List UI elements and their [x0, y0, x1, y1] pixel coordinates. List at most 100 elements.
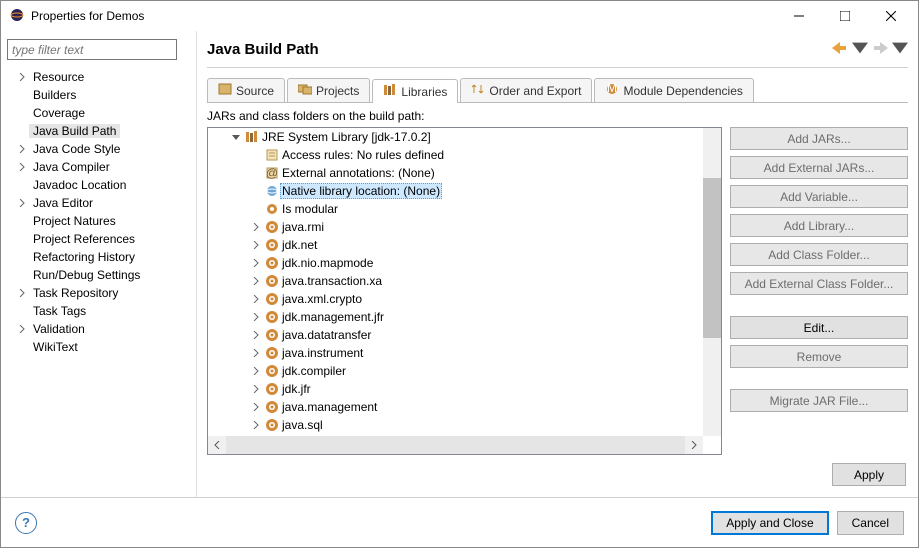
category-item[interactable]: Java Code Style: [7, 140, 190, 158]
add-external-class-folder-button[interactable]: Add External Class Folder...: [730, 272, 908, 295]
expand-icon[interactable]: [15, 232, 29, 246]
add-class-folder-button[interactable]: Add Class Folder...: [730, 243, 908, 266]
category-item[interactable]: Run/Debug Settings: [7, 266, 190, 284]
tab-source[interactable]: Source: [207, 78, 285, 102]
package-node[interactable]: java.instrument: [208, 344, 703, 362]
is-modular[interactable]: Is modular: [208, 200, 703, 218]
expand-icon[interactable]: [248, 273, 264, 289]
forward-icon[interactable]: [872, 42, 888, 57]
expand-icon[interactable]: [15, 304, 29, 318]
back-dropdown-icon[interactable]: [852, 42, 868, 57]
add-external-jars-button[interactable]: Add External JARs...: [730, 156, 908, 179]
category-item[interactable]: Task Repository: [7, 284, 190, 302]
category-item[interactable]: Refactoring History: [7, 248, 190, 266]
apply-button[interactable]: Apply: [832, 463, 906, 486]
expand-icon[interactable]: [248, 219, 264, 235]
package-node[interactable]: java.datatransfer: [208, 326, 703, 344]
close-button[interactable]: [868, 1, 914, 31]
remove-button[interactable]: Remove: [730, 345, 908, 368]
package-node[interactable]: java.transaction.xa: [208, 272, 703, 290]
tab-module-deps[interactable]: M Module Dependencies: [594, 78, 753, 102]
migrate-jar-button[interactable]: Migrate JAR File...: [730, 389, 908, 412]
libraries-tree[interactable]: JRE System Library [jdk-17.0.2] Access ru…: [207, 127, 722, 455]
jre-system-library[interactable]: JRE System Library [jdk-17.0.2]: [208, 128, 703, 146]
expand-icon[interactable]: [248, 399, 264, 415]
expand-icon[interactable]: [248, 291, 264, 307]
add-jars-button[interactable]: Add JARs...: [730, 127, 908, 150]
horizontal-scrollbar[interactable]: [208, 436, 703, 454]
category-item[interactable]: Project Natures: [7, 212, 190, 230]
access-rules[interactable]: Access rules: No rules defined: [208, 146, 703, 164]
native-library-location[interactable]: Native library location: (None): [208, 182, 703, 200]
package-node[interactable]: jdk.management.jfr: [208, 308, 703, 326]
package-node[interactable]: java.management: [208, 398, 703, 416]
expand-icon[interactable]: [15, 70, 29, 84]
edit-button[interactable]: Edit...: [730, 316, 908, 339]
expand-icon[interactable]: [248, 237, 264, 253]
expand-icon[interactable]: [248, 381, 264, 397]
forward-dropdown-icon[interactable]: [892, 42, 908, 57]
node-label: JRE System Library [jdk-17.0.2]: [260, 130, 433, 144]
cancel-button[interactable]: Cancel: [837, 511, 904, 535]
category-item[interactable]: Task Tags: [7, 302, 190, 320]
expand-icon[interactable]: [248, 363, 264, 379]
expand-icon[interactable]: [15, 88, 29, 102]
category-item[interactable]: Java Editor: [7, 194, 190, 212]
minimize-button[interactable]: [776, 1, 822, 31]
category-item[interactable]: Java Compiler: [7, 158, 190, 176]
node-icon: [264, 237, 280, 253]
package-node[interactable]: jdk.net: [208, 236, 703, 254]
help-icon[interactable]: ?: [15, 512, 37, 534]
expand-icon[interactable]: [15, 124, 29, 138]
add-variable-button[interactable]: Add Variable...: [730, 185, 908, 208]
expand-icon[interactable]: [248, 255, 264, 271]
category-item[interactable]: Java Build Path: [7, 122, 190, 140]
expand-icon[interactable]: [228, 129, 244, 145]
node-label: jdk.nio.mapmode: [280, 256, 375, 270]
vertical-scrollbar[interactable]: [703, 128, 721, 436]
category-item[interactable]: Coverage: [7, 104, 190, 122]
scroll-left-icon[interactable]: [208, 436, 226, 454]
apply-and-close-button[interactable]: Apply and Close: [711, 511, 828, 535]
expand-icon[interactable]: [15, 340, 29, 354]
expand-icon[interactable]: [15, 196, 29, 210]
expand-icon[interactable]: [15, 178, 29, 192]
maximize-button[interactable]: [822, 1, 868, 31]
expand-icon[interactable]: [248, 327, 264, 343]
tab-projects[interactable]: Projects: [287, 78, 370, 102]
tab-label: Libraries: [401, 85, 447, 99]
expand-icon[interactable]: [15, 268, 29, 282]
expand-icon[interactable]: [248, 309, 264, 325]
category-item[interactable]: Project References: [7, 230, 190, 248]
package-node[interactable]: jdk.compiler: [208, 362, 703, 380]
package-node[interactable]: java.sql: [208, 416, 703, 434]
scroll-right-icon[interactable]: [685, 436, 703, 454]
add-library-button[interactable]: Add Library...: [730, 214, 908, 237]
node-icon: [264, 327, 280, 343]
category-label: Validation: [29, 322, 89, 336]
tab-order-export[interactable]: Order and Export: [460, 78, 592, 102]
tab-libraries[interactable]: Libraries: [372, 79, 458, 103]
category-item[interactable]: Validation: [7, 320, 190, 338]
expand-icon[interactable]: [15, 142, 29, 156]
expand-icon[interactable]: [15, 214, 29, 228]
category-item[interactable]: Resource: [7, 68, 190, 86]
expand-icon[interactable]: [15, 322, 29, 336]
package-node[interactable]: java.rmi: [208, 218, 703, 236]
expand-icon[interactable]: [248, 345, 264, 361]
expand-icon[interactable]: [15, 106, 29, 120]
filter-input[interactable]: [7, 39, 177, 60]
category-item[interactable]: Builders: [7, 86, 190, 104]
external-annotations[interactable]: @External annotations: (None): [208, 164, 703, 182]
back-icon[interactable]: [832, 42, 848, 57]
package-node[interactable]: java.xml.crypto: [208, 290, 703, 308]
package-node[interactable]: jdk.jfr: [208, 380, 703, 398]
category-item[interactable]: Javadoc Location: [7, 176, 190, 194]
expand-icon[interactable]: [248, 417, 264, 433]
expand-icon[interactable]: [15, 160, 29, 174]
expand-icon[interactable]: [15, 286, 29, 300]
category-label: Refactoring History: [29, 250, 139, 264]
expand-icon[interactable]: [15, 250, 29, 264]
package-node[interactable]: jdk.nio.mapmode: [208, 254, 703, 272]
category-item[interactable]: WikiText: [7, 338, 190, 356]
